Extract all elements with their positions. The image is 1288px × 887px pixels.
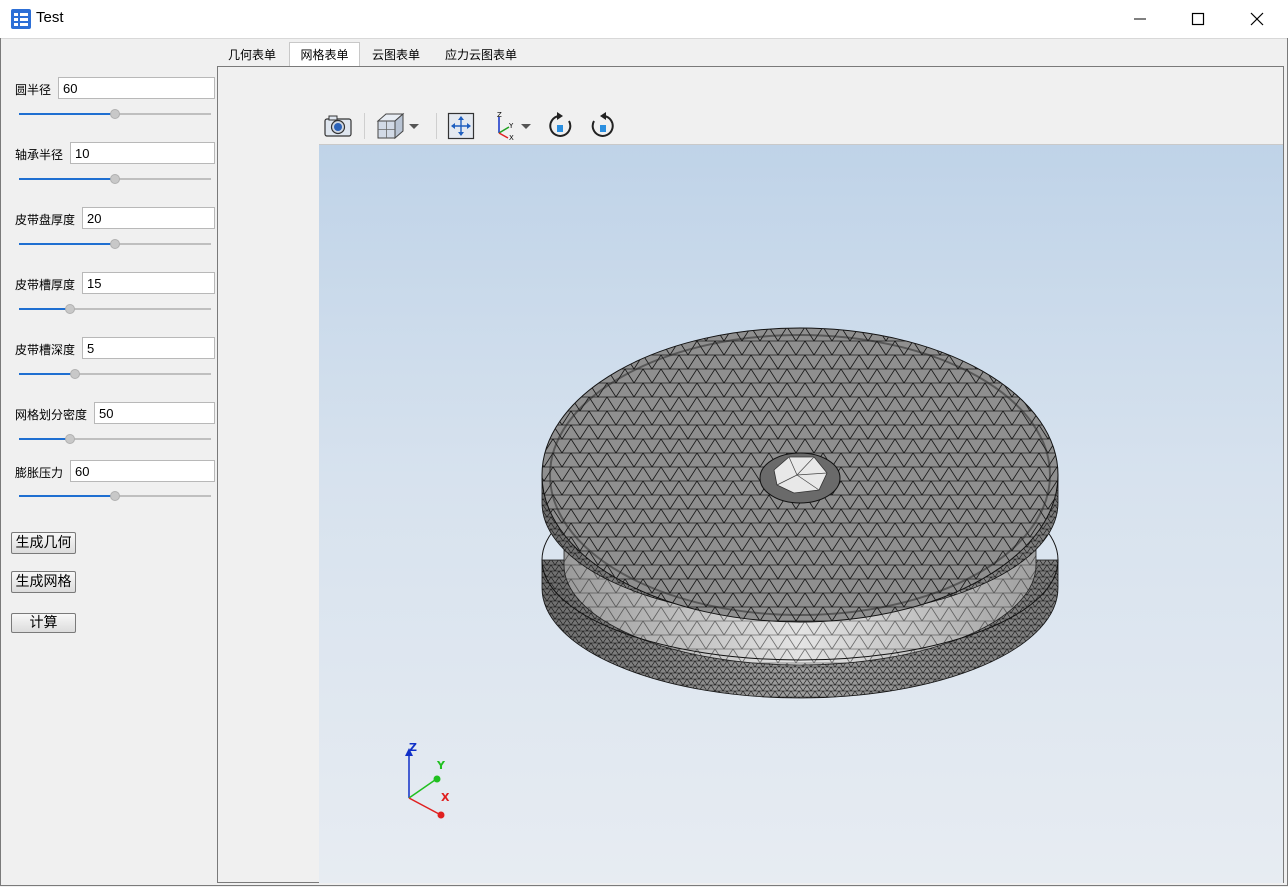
svg-text:X: X [509, 134, 514, 141]
viewer-toolbar: Z Y X [319, 107, 1283, 145]
rotate-ccw-icon [591, 112, 614, 137]
generate-geometry-button[interactable]: 生成几何 [11, 532, 76, 554]
parameter-panel: 圆半径 60 轴承半径 10 皮带盘厚度 20 皮带槽厚度 15 皮带槽深度 5… [0, 38, 217, 887]
close-icon [1250, 12, 1264, 26]
mesh-density-input[interactable]: 50 [94, 402, 215, 424]
axis-z-label: Z [409, 741, 417, 754]
toolbar-separator [364, 113, 365, 139]
mesh-density-slider[interactable] [19, 433, 211, 445]
rotate-cw-icon [549, 112, 572, 137]
tab-stress-contour[interactable]: 应力云图表单 [436, 43, 526, 67]
svg-text:Y: Y [508, 122, 514, 130]
3d-viewer: Z Y X Z Y X [319, 107, 1283, 883]
param-label-mesh-density: 网格划分密度 [15, 408, 88, 422]
app-icon [11, 9, 31, 29]
axis-x-label: X [441, 791, 450, 804]
cube-view-icon [376, 112, 405, 140]
title-bar: Test [0, 0, 1288, 39]
param-label-expansion-pressure: 膨胀压力 [15, 466, 64, 480]
param-label-pulley-thickness: 皮带盘厚度 [15, 213, 76, 227]
toolbar-separator [436, 113, 437, 139]
maximize-icon [1191, 12, 1205, 26]
param-label-bearing-radius: 轴承半径 [15, 148, 64, 162]
axis-y-label: Y [437, 759, 445, 772]
close-button[interactable] [1228, 0, 1286, 38]
pulley-thickness-slider[interactable] [19, 238, 211, 250]
svg-text:Z: Z [497, 111, 502, 119]
view-orientation-dropdown[interactable] [375, 111, 425, 141]
minimize-button[interactable] [1111, 0, 1169, 38]
groove-depth-input[interactable]: 5 [82, 337, 215, 359]
axes-view-icon: Z Y X [497, 111, 514, 141]
fit-all-icon [447, 112, 475, 140]
tab-mesh[interactable]: 网格表单 [289, 42, 360, 67]
expansion-pressure-slider[interactable] [19, 490, 211, 502]
axes-view-dropdown[interactable]: Z Y X [491, 111, 537, 141]
camera-icon [324, 115, 352, 137]
bearing-radius-slider[interactable] [19, 173, 211, 185]
groove-thickness-slider[interactable] [19, 303, 211, 315]
groove-thickness-input[interactable]: 15 [82, 272, 215, 294]
maximize-button[interactable] [1169, 0, 1227, 38]
axes-triad [405, 748, 445, 819]
chevron-down-icon [521, 124, 531, 129]
param-label-groove-depth: 皮带槽深度 [15, 343, 76, 357]
fit-all-button[interactable] [447, 111, 477, 141]
3d-canvas[interactable]: Z Y X [319, 145, 1283, 883]
generate-mesh-button[interactable]: 生成网格 [11, 571, 76, 593]
expansion-pressure-input[interactable]: 60 [70, 460, 215, 482]
circle-radius-slider[interactable] [19, 108, 211, 120]
tab-contour[interactable]: 云图表单 [364, 43, 428, 67]
minimize-icon [1134, 18, 1146, 20]
param-label-circle-radius: 圆半径 [15, 83, 52, 97]
param-label-groove-thickness: 皮带槽厚度 [15, 278, 76, 292]
chevron-down-icon [409, 124, 419, 129]
compute-button[interactable]: 计算 [11, 613, 76, 633]
camera-button[interactable] [323, 111, 355, 141]
groove-depth-slider[interactable] [19, 368, 211, 380]
pulley-thickness-input[interactable]: 20 [82, 207, 215, 229]
window-title: Test [36, 9, 64, 26]
circle-radius-input[interactable]: 60 [58, 77, 215, 99]
bearing-radius-input[interactable]: 10 [70, 142, 215, 164]
rotate-counterclockwise-button[interactable] [588, 111, 618, 141]
tab-geometry[interactable]: 几何表单 [220, 43, 284, 67]
rotate-clockwise-button[interactable] [547, 111, 577, 141]
